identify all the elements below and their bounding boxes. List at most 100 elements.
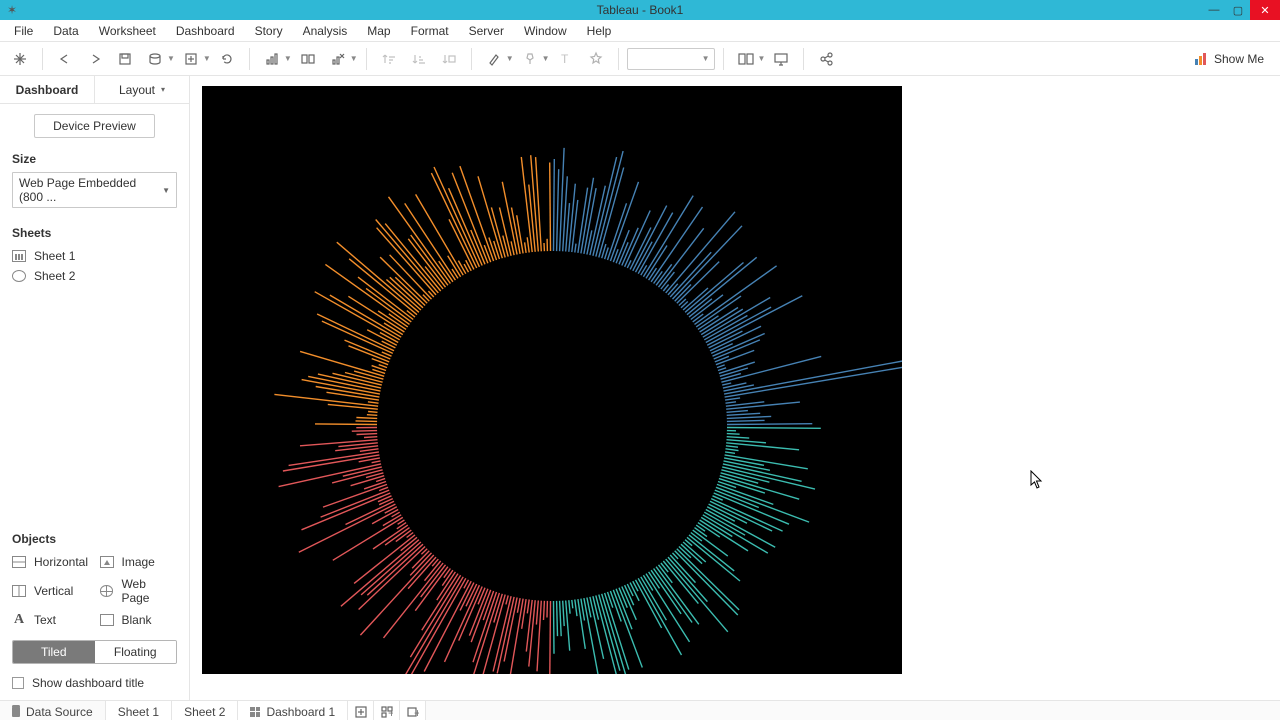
menu-help[interactable]: Help — [579, 22, 620, 40]
tiled-option[interactable]: Tiled — [13, 641, 95, 663]
close-button[interactable]: ✕ — [1250, 0, 1280, 20]
chevron-down-icon[interactable]: ▼ — [702, 54, 710, 63]
tab-dashboard1[interactable]: Dashboard 1 — [238, 701, 348, 720]
menu-story[interactable]: Story — [247, 22, 291, 40]
chevron-down-icon[interactable]: ▼ — [284, 54, 292, 63]
tab-sheet1[interactable]: Sheet 1 — [106, 701, 172, 720]
fit-button[interactable] — [732, 45, 760, 73]
toolbar-divider — [249, 48, 250, 70]
radial-chart — [202, 86, 902, 674]
sheets-label: Sheets — [12, 226, 177, 240]
share-button[interactable] — [812, 45, 840, 73]
pin-button[interactable] — [516, 45, 544, 73]
svg-text:+: + — [414, 706, 419, 718]
worksheet-icon — [12, 250, 26, 262]
toolbar-divider — [803, 48, 804, 70]
size-dropdown[interactable]: Web Page Embedded (800 ... ▼ — [12, 172, 177, 208]
menu-map[interactable]: Map — [359, 22, 398, 40]
chevron-down-icon: ▼ — [162, 186, 170, 195]
data-source-tab[interactable]: Data Source — [0, 701, 106, 720]
window-controls: — ▢ ✕ — [1202, 0, 1280, 20]
undo-button[interactable] — [51, 45, 79, 73]
blank-icon — [100, 614, 114, 626]
tab-sheet2[interactable]: Sheet 2 — [172, 701, 238, 720]
quick-filter-input[interactable]: ▼ — [627, 48, 715, 70]
chevron-down-icon: ▾ — [161, 85, 165, 94]
svg-text:+: + — [388, 706, 393, 718]
show-title-checkbox[interactable] — [12, 677, 24, 689]
group-button[interactable] — [294, 45, 322, 73]
toolbar-divider — [723, 48, 724, 70]
tableau-logo-icon[interactable] — [6, 45, 34, 73]
size-value: Web Page Embedded (800 ... — [19, 176, 162, 204]
dashboard-canvas[interactable] — [202, 86, 902, 674]
toolbar-divider — [42, 48, 43, 70]
database-icon — [12, 707, 20, 717]
sheet-item[interactable]: Sheet 1 — [12, 246, 177, 266]
toolbar-divider — [471, 48, 472, 70]
menu-file[interactable]: File — [6, 22, 41, 40]
menu-analysis[interactable]: Analysis — [295, 22, 356, 40]
horizontal-icon — [12, 556, 26, 568]
maximize-button[interactable]: ▢ — [1226, 0, 1250, 20]
object-webpage[interactable]: Web Page — [100, 574, 178, 608]
objects-label: Objects — [12, 532, 177, 546]
show-title-label: Show dashboard title — [32, 676, 144, 690]
redo-button[interactable] — [81, 45, 109, 73]
sheet-item[interactable]: Sheet 2 — [12, 266, 177, 286]
refresh-button[interactable] — [213, 45, 241, 73]
label-button[interactable]: T — [552, 45, 580, 73]
presentation-button[interactable] — [767, 45, 795, 73]
worksheet-icon — [12, 270, 26, 282]
menu-worksheet[interactable]: Worksheet — [91, 22, 164, 40]
floating-option[interactable]: Floating — [95, 641, 177, 663]
object-text[interactable]: AText — [12, 610, 90, 630]
tiled-floating-toggle[interactable]: Tiled Floating — [12, 640, 177, 664]
toolbar-divider — [366, 48, 367, 70]
chevron-down-icon[interactable]: ▼ — [167, 54, 175, 63]
webpage-icon — [100, 585, 114, 597]
sort-desc-button[interactable] — [405, 45, 433, 73]
menu-window[interactable]: Window — [516, 22, 575, 40]
star-button[interactable] — [582, 45, 610, 73]
sidebar-tab-layout[interactable]: Layout▾ — [94, 76, 189, 103]
menu-dashboard[interactable]: Dashboard — [168, 22, 243, 40]
chevron-down-icon[interactable]: ▼ — [506, 54, 514, 63]
menu-data[interactable]: Data — [45, 22, 86, 40]
minimize-button[interactable]: — — [1202, 0, 1226, 20]
toolbar-divider — [618, 48, 619, 70]
totals-button[interactable] — [435, 45, 463, 73]
new-worksheet-button[interactable] — [177, 45, 205, 73]
device-preview-button[interactable]: Device Preview — [34, 114, 155, 138]
chevron-down-icon[interactable]: ▼ — [758, 54, 766, 63]
show-me-button[interactable]: Show Me — [1184, 52, 1274, 66]
app-icon: ✶ — [4, 2, 20, 18]
canvas-area — [190, 76, 1280, 700]
swap-button[interactable] — [258, 45, 286, 73]
object-blank[interactable]: Blank — [100, 610, 178, 630]
object-vertical[interactable]: Vertical — [12, 574, 90, 608]
new-dashboard-tab[interactable]: + — [374, 701, 400, 720]
show-me-icon — [1194, 52, 1208, 66]
sort-asc-button[interactable] — [375, 45, 403, 73]
show-me-label: Show Me — [1214, 52, 1264, 66]
object-horizontal[interactable]: Horizontal — [12, 552, 90, 572]
new-worksheet-tab[interactable] — [348, 701, 374, 720]
new-story-tab[interactable]: + — [400, 701, 426, 720]
clear-button[interactable] — [324, 45, 352, 73]
dashboard-icon — [250, 707, 260, 717]
menu-bar: File Data Worksheet Dashboard Story Anal… — [0, 20, 1280, 42]
sidebar-tab-dashboard[interactable]: Dashboard — [0, 76, 94, 103]
object-image[interactable]: Image — [100, 552, 178, 572]
image-icon — [100, 556, 114, 568]
text-icon: A — [12, 614, 26, 626]
save-button[interactable] — [111, 45, 139, 73]
menu-format[interactable]: Format — [403, 22, 457, 40]
toolbar: ▼ ▼ ▼ ▼ ▼ ▼ T ▼ ▼ Show Me — [0, 42, 1280, 76]
menu-server[interactable]: Server — [461, 22, 512, 40]
chevron-down-icon[interactable]: ▼ — [350, 54, 358, 63]
new-datasource-button[interactable] — [141, 45, 169, 73]
highlight-button[interactable] — [480, 45, 508, 73]
sidebar: Dashboard Layout▾ Device Preview Size We… — [0, 76, 190, 700]
chevron-down-icon[interactable]: ▼ — [203, 54, 211, 63]
